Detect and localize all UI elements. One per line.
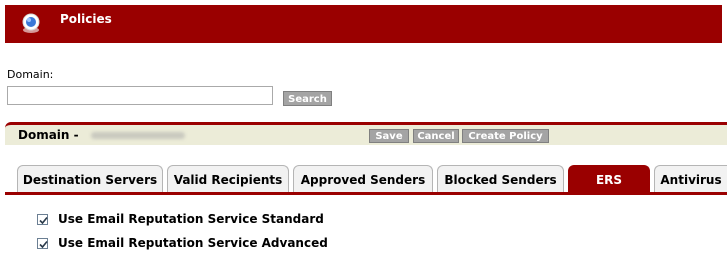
domain-search-input[interactable] [7, 86, 273, 105]
page-header: Policies [5, 5, 722, 43]
domain-search-label: Domain: [7, 68, 54, 81]
tab-valid-recipients[interactable]: Valid Recipients [167, 165, 289, 192]
domain-label: Domain - [18, 128, 79, 142]
ers-standard-label: Use Email Reputation Service Standard [58, 212, 324, 226]
ers-advanced-checkbox[interactable] [37, 238, 48, 249]
cancel-button[interactable]: Cancel [413, 129, 459, 143]
tab-ers[interactable]: ERS [568, 165, 650, 192]
tab-antivirus[interactable]: Antivirus [654, 165, 727, 192]
ers-advanced-label: Use Email Reputation Service Advanced [58, 236, 328, 250]
check-icon [39, 240, 48, 249]
ers-standard-checkbox[interactable] [37, 214, 48, 225]
tab-approved-senders[interactable]: Approved Senders [293, 165, 433, 192]
globe-icon [22, 13, 40, 33]
check-icon [39, 216, 48, 225]
search-button[interactable]: Search [283, 91, 332, 106]
tab-destination-servers[interactable]: Destination Servers [17, 165, 163, 192]
create-policy-button[interactable]: Create Policy [462, 129, 549, 143]
domain-panel-header: Domain - Save Cancel Create Policy [5, 122, 727, 145]
save-button[interactable]: Save [369, 129, 409, 143]
page-title: Policies [60, 12, 112, 26]
domain-name-redacted [91, 132, 185, 139]
tab-bar-underline [5, 192, 727, 195]
tab-blocked-senders[interactable]: Blocked Senders [437, 165, 564, 192]
